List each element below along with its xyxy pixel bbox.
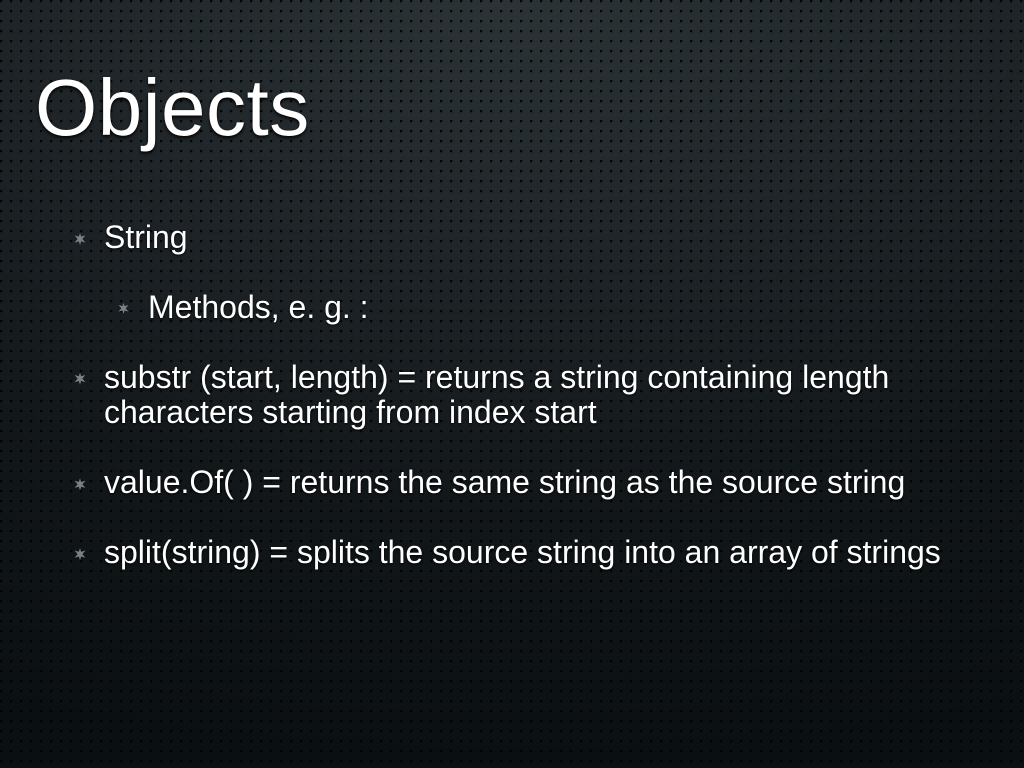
bullet-text: String [104, 219, 188, 255]
list-item: split(string) = splits the source string… [68, 535, 974, 571]
bullet-text: Methods, e. g. : [148, 289, 369, 325]
bullet-text: split(string) = splits the source string… [104, 534, 941, 570]
list-item: substr (start, length) = returns a strin… [68, 360, 974, 432]
bullet-text: substr (start, length) = returns a strin… [104, 359, 889, 431]
list-item: Methods, e. g. : [112, 290, 974, 326]
bullet-text: value.Of( ) = returns the same string as… [104, 464, 905, 500]
list-item: String [68, 220, 974, 256]
slide-content: String Methods, e. g. : substr (start, l… [68, 220, 974, 605]
list-item: value.Of( ) = returns the same string as… [68, 465, 974, 501]
slide: Objects String Methods, e. g. : substr (… [0, 0, 1024, 768]
slide-title: Objects [35, 62, 310, 154]
